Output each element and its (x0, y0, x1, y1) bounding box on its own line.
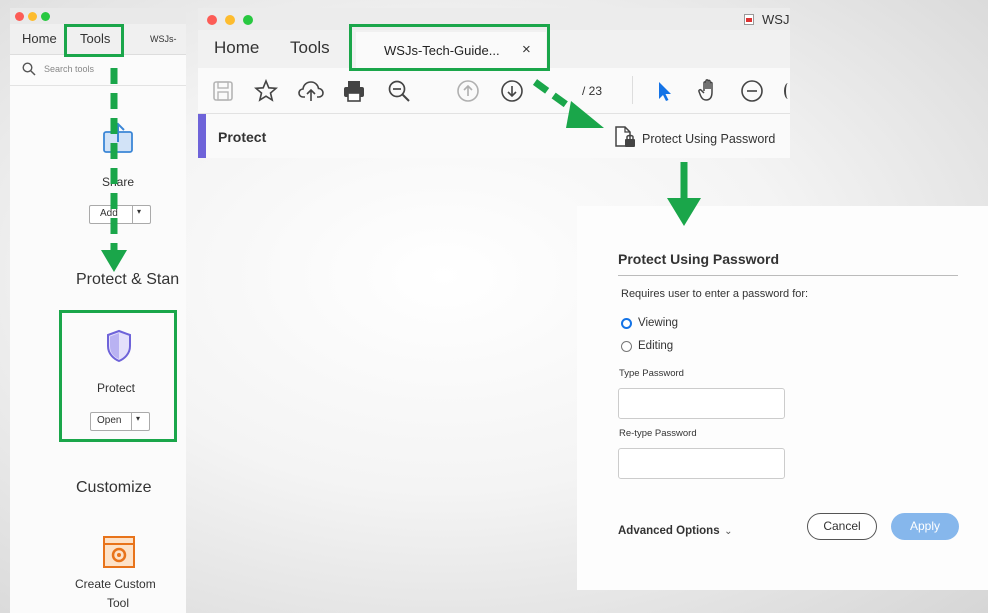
diagonal-arrow (532, 79, 604, 128)
down-arrow (667, 162, 701, 226)
annotation-arrows (101, 68, 701, 272)
dashed-arrow-down (101, 68, 127, 272)
